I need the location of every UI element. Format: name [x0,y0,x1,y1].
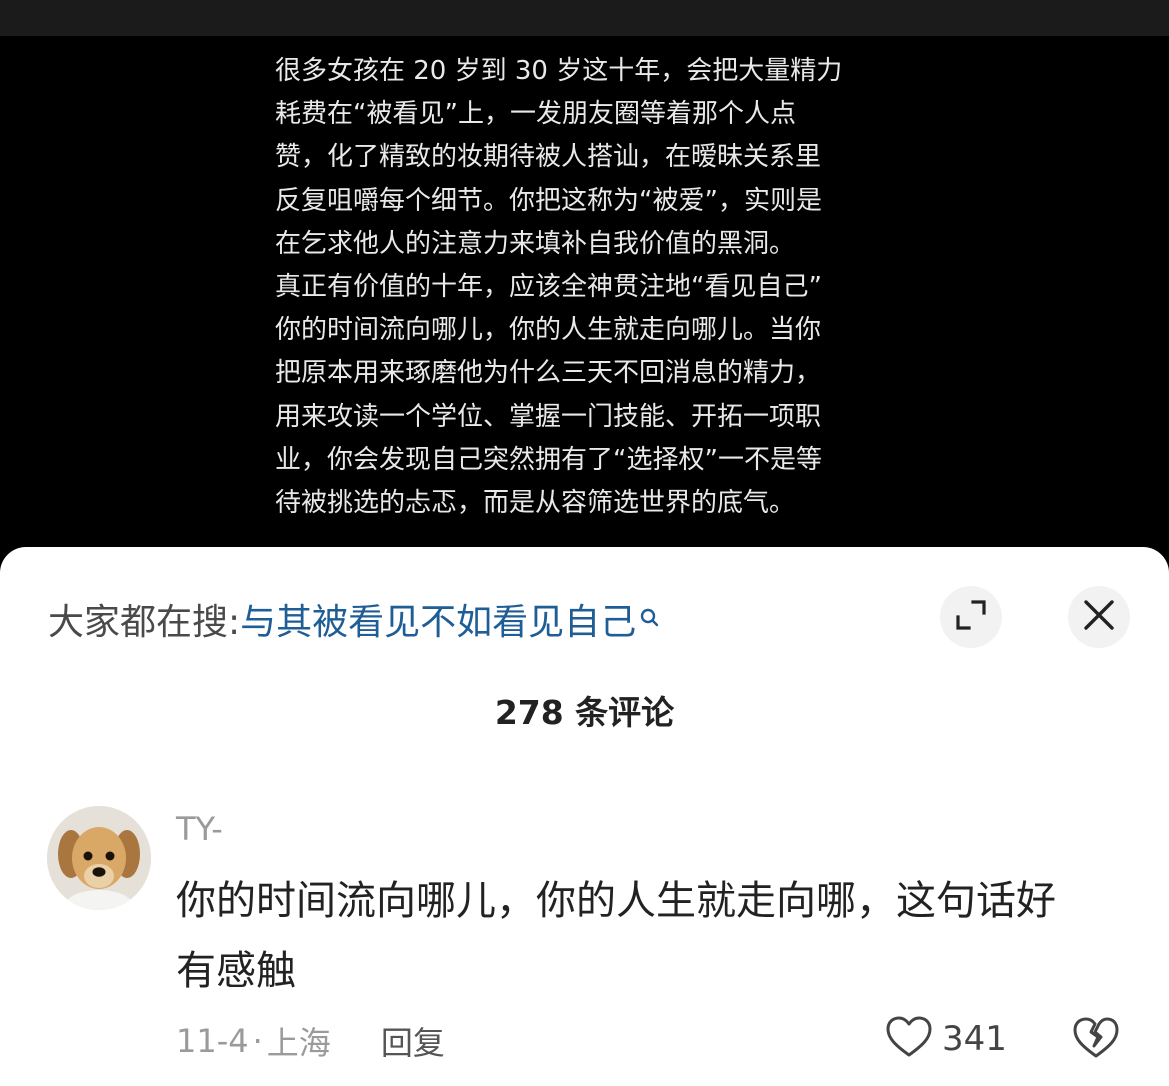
video-caption: 很多女孩在 20 岁到 30 岁这十年，会把大量精力 耗费在“被看见”上，一发朋… [275,50,895,525]
trending-search[interactable]: 大家都在搜: 与其被看见不如看见自己 [48,594,660,644]
expand-button[interactable] [940,586,1002,648]
caption-line: 在乞求他人的注意力来填补自我价值的黑洞。 [275,228,796,259]
dislike-button[interactable] [1072,1016,1120,1064]
expand-icon [954,598,988,636]
like-button[interactable]: 341 [886,1016,1007,1062]
search-icon[interactable] [640,598,660,628]
caption-line: 赞，化了精致的妆期待被人搭讪，在暧昧关系里 [275,142,822,173]
caption-line: 用来攻读一个学位、掌握一门技能、开拓一项职 [275,401,822,432]
caption-line: 真正有价值的十年，应该全神贯注地“看见自己” [275,272,822,303]
caption-line: 把原本用来琢磨他为什么三天不回消息的精力， [275,358,822,389]
comment-meta: 11-4 · 上海 回复 [176,1018,445,1064]
caption-line: 待被挑选的忐忑，而是从容筛选世界的底气。 [275,488,796,519]
broken-heart-icon [1072,1017,1120,1064]
meta-separator: · [252,1022,263,1060]
caption-line: 反复咀嚼每个细节。你把这称为“被爱”，实则是 [275,185,822,216]
avatar[interactable] [47,806,151,910]
comment-text-line: 你的时间流向哪儿，你的人生就走向哪，这句话好 [176,878,1056,924]
caption-line: 很多女孩在 20 岁到 30 岁这十年，会把大量精力 [275,56,843,86]
reply-button[interactable]: 回复 [381,1018,445,1064]
caption-line: 耗费在“被看见”上，一发朋友圈等着那个人点 [275,99,796,130]
trending-search-prefix: 大家都在搜: [48,602,241,643]
trending-search-query[interactable]: 与其被看见不如看见自己 [240,593,636,645]
caption-line: 业，你会发现自己突然拥有了“选择权”一不是等 [275,444,822,475]
comment-text: 你的时间流向哪儿，你的人生就走向哪，这句话好 有感触 [176,866,1136,1006]
comment-text-line: 有感触 [176,948,296,994]
puppy-avatar [47,806,151,910]
top-status-strip [0,0,1169,36]
comment-location: 上海 [266,1024,331,1062]
like-count: 341 [942,1019,1007,1059]
heart-icon [886,1016,932,1062]
comment-count: 278 条评论 [494,693,675,732]
comment-date: 11-4 [176,1022,249,1060]
caption-line: 你的时间流向哪儿，你的人生就走向哪儿。当你 [275,315,822,346]
comment-username[interactable]: TY- [176,810,223,848]
close-button[interactable] [1068,586,1130,648]
close-icon [1083,599,1115,635]
